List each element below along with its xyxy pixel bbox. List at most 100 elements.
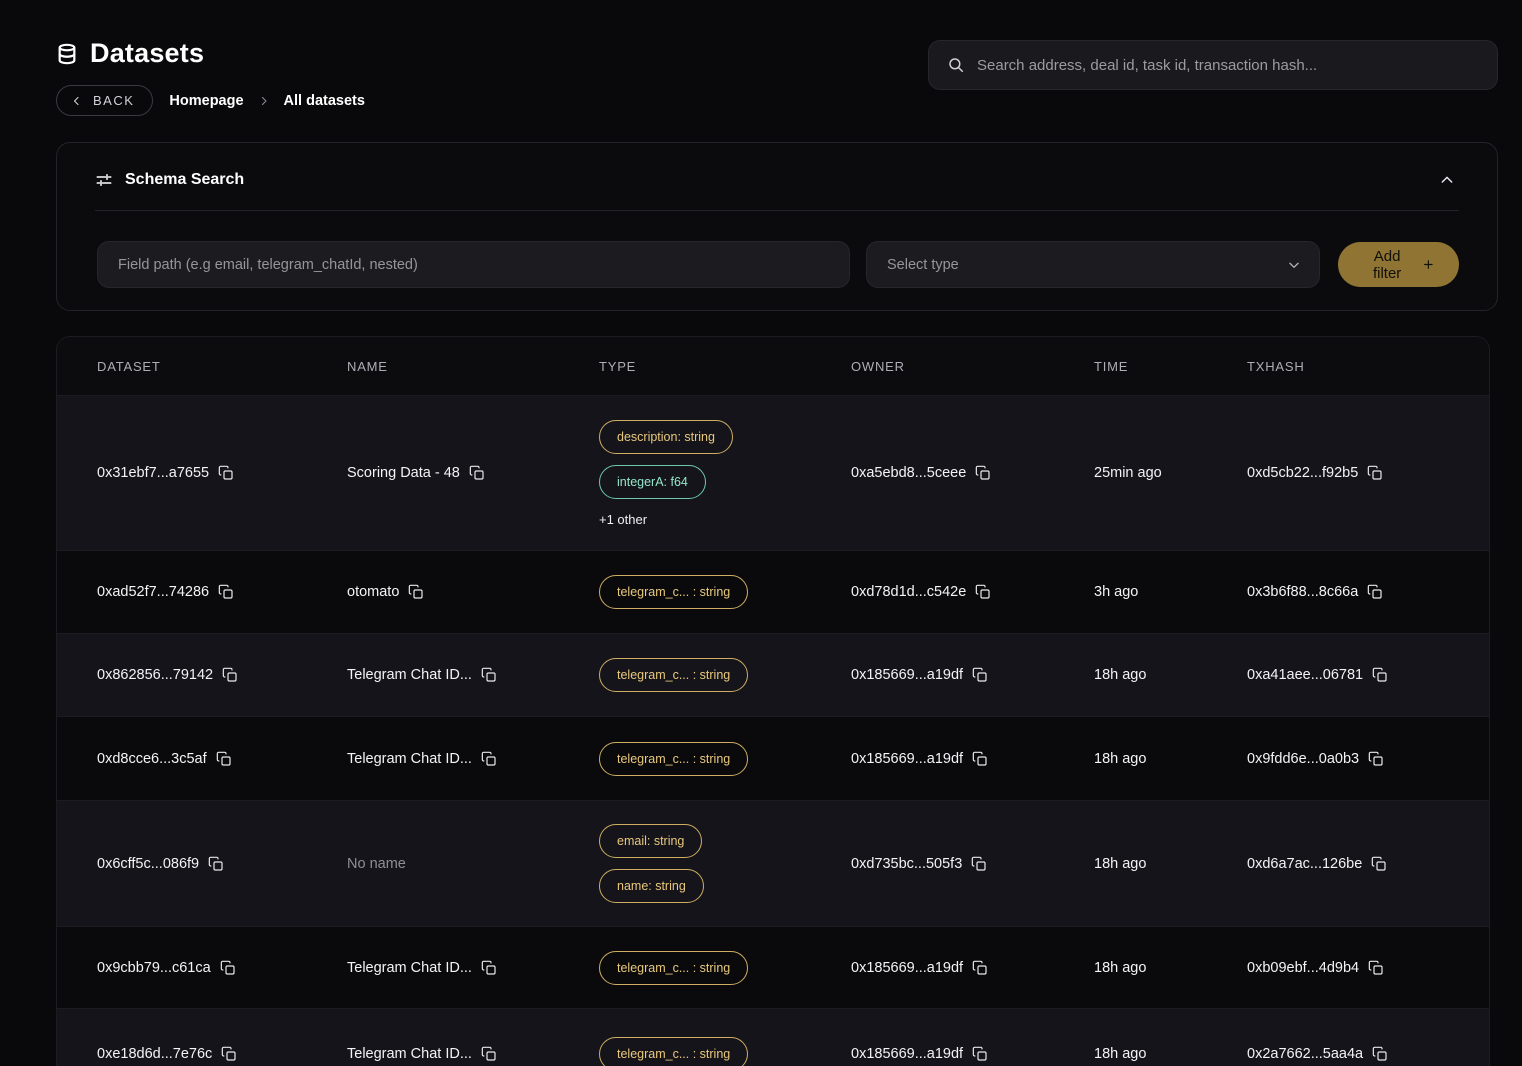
copy-icon[interactable] [972,751,988,767]
more-types-label: +1 other [599,512,647,527]
dataset-name: otomato [347,584,399,600]
copy-icon[interactable] [975,465,991,481]
dataset-name: Telegram Chat ID... [347,667,472,683]
copy-icon[interactable] [222,667,238,683]
name-cell: otomato [347,584,599,600]
add-filter-button[interactable]: Add filter [1338,242,1459,287]
table-header-row: DATASET NAME TYPE OWNER TIME TXHASH [57,337,1489,395]
owner-hash: 0x185669...a19df [851,960,963,976]
type-badges: telegram_c... : string [599,931,851,1005]
copy-icon[interactable] [221,1046,237,1062]
owner-hash: 0x185669...a19df [851,667,963,683]
time-cell: 18h ago [1094,960,1247,976]
copy-icon[interactable] [208,856,224,872]
copy-icon[interactable] [1372,667,1388,683]
txhash-cell: 0xb09ebf...4d9b4 [1247,960,1449,976]
copy-icon[interactable] [972,1046,988,1062]
type-badges: email: stringname: string [599,804,851,923]
copy-icon[interactable] [218,584,234,600]
type-badge: name: string [599,869,704,903]
breadcrumb-current: All datasets [284,93,365,109]
copy-icon[interactable] [408,584,424,600]
owner-cell: 0xa5ebd8...5ceee [851,465,1094,481]
copy-icon[interactable] [1367,465,1383,481]
dataset-hash: 0x862856...79142 [97,667,213,683]
txhash: 0x9fdd6e...0a0b3 [1247,751,1359,767]
table-row[interactable]: 0x862856...79142 Telegram Chat ID... tel… [57,633,1489,716]
owner-cell: 0xd735bc...505f3 [851,856,1094,872]
global-search-input[interactable] [977,57,1479,74]
copy-icon[interactable] [481,960,497,976]
dataset-cell: 0xd8cce6...3c5af [97,751,347,767]
owner-hash: 0xd735bc...505f3 [851,856,962,872]
owner-hash: 0x185669...a19df [851,1046,963,1062]
owner-cell: 0x185669...a19df [851,667,1094,683]
copy-icon[interactable] [1372,1046,1388,1062]
field-path-input[interactable] [97,241,850,288]
copy-icon[interactable] [481,751,497,767]
chevron-right-icon [258,95,270,107]
type-badge: telegram_c... : string [599,1037,748,1066]
dataset-hash: 0xe18d6d...7e76c [97,1046,212,1062]
row-time: 18h ago [1094,960,1146,976]
type-badges: telegram_c... : string [599,1017,851,1066]
name-cell: Telegram Chat ID... [347,1046,599,1062]
owner-cell: 0xd78d1d...c542e [851,584,1094,600]
column-header-name: NAME [347,359,599,374]
dataset-cell: 0x9cbb79...c61ca [97,960,347,976]
table-row[interactable]: 0x31ebf7...a7655 Scoring Data - 48 descr… [57,395,1489,550]
copy-icon[interactable] [972,960,988,976]
table-row[interactable]: 0x9cbb79...c61ca Telegram Chat ID... tel… [57,926,1489,1008]
time-cell: 18h ago [1094,667,1247,683]
type-badge: telegram_c... : string [599,951,748,985]
table-row[interactable]: 0xd8cce6...3c5af Telegram Chat ID... tel… [57,716,1489,800]
page-title: Datasets [90,38,204,69]
txhash: 0xd6a7ac...126be [1247,856,1362,872]
copy-icon[interactable] [469,465,485,481]
dataset-hash: 0xad52f7...74286 [97,584,209,600]
name-cell: Scoring Data - 48 [347,465,599,481]
time-cell: 18h ago [1094,751,1247,767]
global-search[interactable] [928,40,1498,90]
copy-icon[interactable] [218,465,234,481]
txhash: 0x2a7662...5aa4a [1247,1046,1363,1062]
collapse-panel-button[interactable] [1435,168,1459,192]
copy-icon[interactable] [216,751,232,767]
table-row[interactable]: 0x6cff5c...086f9 No name email: stringna… [57,800,1489,926]
txhash: 0xd5cb22...f92b5 [1247,465,1358,481]
back-button[interactable]: BACK [56,85,153,116]
time-cell: 18h ago [1094,1046,1247,1062]
copy-icon[interactable] [971,856,987,872]
copy-icon[interactable] [972,667,988,683]
txhash-cell: 0x3b6f88...8c66a [1247,584,1449,600]
breadcrumb-home[interactable]: Homepage [169,93,243,109]
table-row[interactable]: 0xe18d6d...7e76c Telegram Chat ID... tel… [57,1008,1489,1066]
type-select[interactable]: Select type [866,241,1320,288]
row-time: 18h ago [1094,667,1146,683]
time-cell: 18h ago [1094,856,1247,872]
type-badges: telegram_c... : string [599,555,851,629]
copy-icon[interactable] [220,960,236,976]
copy-icon[interactable] [1368,960,1384,976]
txhash: 0x3b6f88...8c66a [1247,584,1358,600]
sliders-icon [95,171,113,189]
column-header-time: TIME [1094,359,1247,374]
name-cell: Telegram Chat ID... [347,751,599,767]
copy-icon[interactable] [1368,751,1384,767]
copy-icon[interactable] [481,667,497,683]
table-row[interactable]: 0xad52f7...74286 otomato telegram_c... :… [57,550,1489,633]
dataset-name: Scoring Data - 48 [347,465,460,481]
owner-hash: 0x185669...a19df [851,751,963,767]
copy-icon[interactable] [1367,584,1383,600]
owner-hash: 0xd78d1d...c542e [851,584,966,600]
copy-icon[interactable] [481,1046,497,1062]
page-header: Datasets BACK Homepage All datasets [0,0,1522,116]
chevron-up-icon [1439,172,1455,188]
column-header-owner: OWNER [851,359,1094,374]
dataset-name: Telegram Chat ID... [347,1046,472,1062]
owner-hash: 0xa5ebd8...5ceee [851,465,966,481]
txhash: 0xa41aee...06781 [1247,667,1363,683]
copy-icon[interactable] [975,584,991,600]
copy-icon[interactable] [1371,856,1387,872]
dataset-hash: 0x6cff5c...086f9 [97,856,199,872]
